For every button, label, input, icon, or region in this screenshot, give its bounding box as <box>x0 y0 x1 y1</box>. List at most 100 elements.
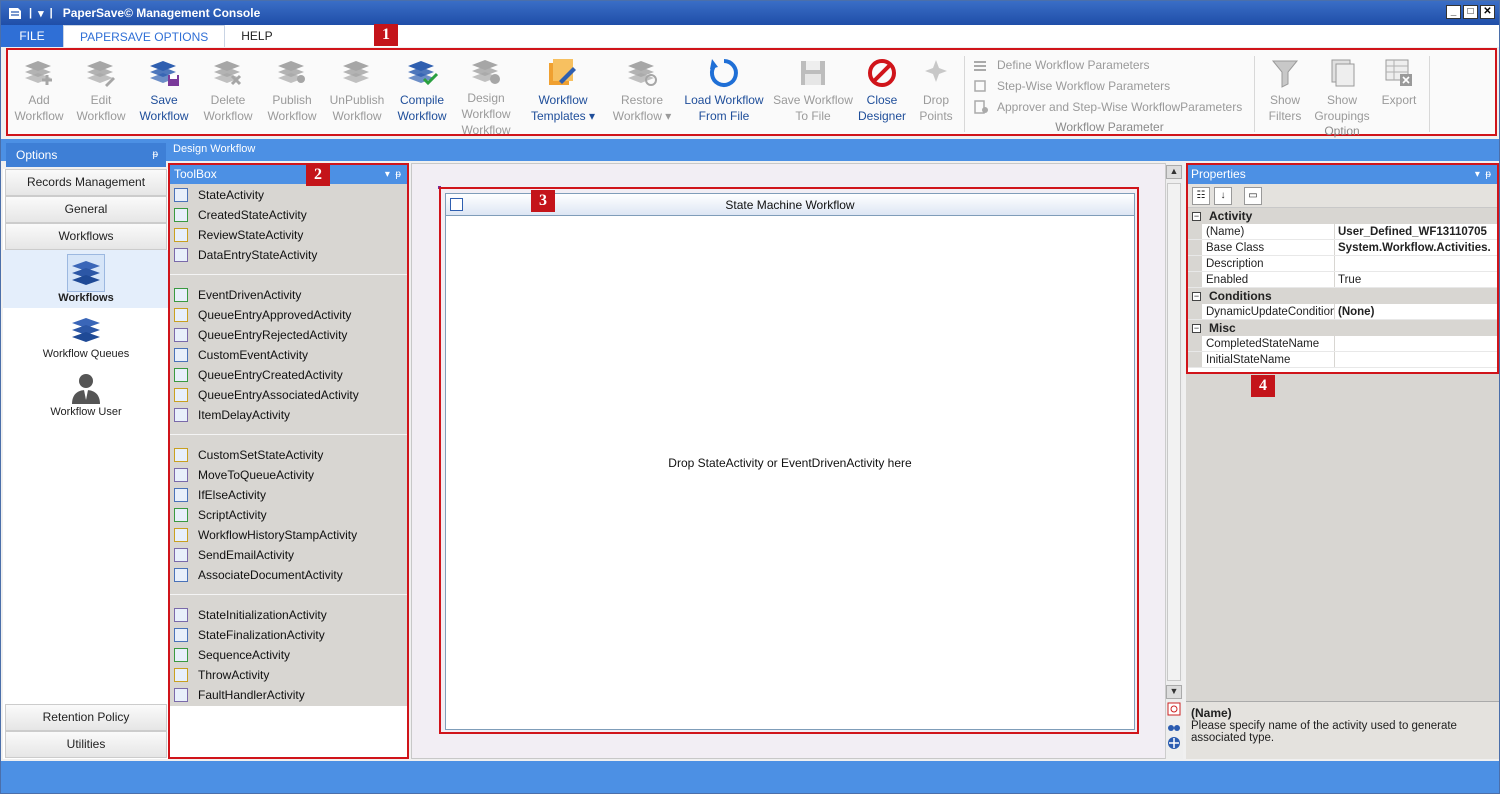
collapse-icon[interactable]: − <box>1192 211 1201 221</box>
quick-access-dropdown-icon[interactable]: ▾ <box>38 7 44 20</box>
zoom-icon[interactable] <box>1166 702 1182 716</box>
show-groupings-button[interactable]: Show Groupings <box>1313 50 1371 124</box>
property-row[interactable]: Description <box>1188 256 1497 272</box>
nav-item-workflow-queues[interactable]: Workflow Queues <box>3 308 169 366</box>
property-value[interactable] <box>1335 256 1497 271</box>
toolbox-item[interactable]: StateInitializationActivity <box>170 605 407 625</box>
approver-step-wise-parameters-button[interactable]: Approver and Step-Wise WorkflowParameter… <box>973 97 1246 118</box>
collapse-icon[interactable]: − <box>1192 323 1201 333</box>
designer-scrollbar[interactable]: ▲ ▼ <box>1165 163 1183 759</box>
property-row[interactable]: Enabled True <box>1188 272 1497 288</box>
property-value[interactable]: (None) <box>1335 304 1497 319</box>
alphabetical-sort-icon[interactable]: ↓ <box>1214 186 1232 205</box>
properties-controls[interactable]: ▾ ᵽ <box>1475 165 1491 184</box>
toolbox-item[interactable]: FaultHandlerActivity <box>170 685 407 705</box>
toolbox-item[interactable]: CustomEventActivity <box>170 345 407 365</box>
toolbox-item[interactable]: WorkflowHistoryStampActivity <box>170 525 407 545</box>
toolbox-item[interactable]: CreatedStateActivity <box>170 205 407 225</box>
compile-workflow-button[interactable]: Compile Workflow <box>390 50 454 134</box>
property-row[interactable]: CompletedStateName <box>1188 336 1497 352</box>
toolbox-item[interactable]: SendEmailActivity <box>170 545 407 565</box>
nav-workflows[interactable]: Workflows <box>5 223 167 250</box>
nav-retention-policy[interactable]: Retention Policy <box>5 704 167 731</box>
property-value[interactable]: User_Defined_WF13110705 <box>1335 224 1497 239</box>
state-machine-workflow[interactable]: State Machine Workflow Drop StateActivit… <box>445 193 1135 730</box>
property-value[interactable] <box>1335 336 1497 351</box>
property-value[interactable] <box>1335 352 1497 367</box>
toolbox-item-label: StateFinalizationActivity <box>198 628 325 642</box>
toolbox-item[interactable]: ItemDelayActivity <box>170 405 407 425</box>
property-category[interactable]: − Misc <box>1188 320 1497 336</box>
workflow-templates-button[interactable]: Workflow Templates ▾ <box>518 50 608 134</box>
property-value[interactable]: System.Workflow.Activities. <box>1335 240 1497 255</box>
restore-workflow-button[interactable]: Restore Workflow ▾ <box>608 50 676 134</box>
nav-item-workflows[interactable]: Workflows <box>3 250 169 308</box>
design-workflow-button[interactable]: Design Workflow Workflow <box>454 50 518 137</box>
nav-item-workflow-queues-label: Workflow Queues <box>42 348 130 360</box>
minimize-button[interactable]: _ <box>1446 5 1461 19</box>
publish-workflow-button[interactable]: Publish Workflow <box>260 50 324 134</box>
design-workflow-label: Design Workflow <box>173 143 256 155</box>
nav-records-management[interactable]: Records Management <box>5 169 167 196</box>
option-group: Show Filters Show Groupings Export Option <box>1257 50 1427 138</box>
unpublish-workflow-button[interactable]: UnPublish Workflow <box>324 50 390 134</box>
delete-workflow-button[interactable]: Delete Workflow <box>196 50 260 134</box>
collapse-icon[interactable]: − <box>1192 291 1201 301</box>
add-workflow-button[interactable]: Add Workflow <box>8 50 70 134</box>
scroll-up-icon[interactable]: ▲ <box>1166 165 1182 179</box>
property-row[interactable]: DynamicUpdateCondition (None) <box>1188 304 1497 320</box>
property-row[interactable]: Base Class System.Workflow.Activities. <box>1188 240 1497 256</box>
ribbon-separator <box>1429 56 1430 132</box>
tab-papersave-options[interactable]: PAPERSAVE OPTIONS <box>63 25 226 47</box>
toolbox-item[interactable]: QueueEntryAssociatedActivity <box>170 385 407 405</box>
property-pages-icon[interactable]: ▭ <box>1244 186 1262 205</box>
scroll-track[interactable] <box>1167 183 1181 681</box>
property-category[interactable]: − Conditions <box>1188 288 1497 304</box>
toolbox-controls[interactable]: ▾ ᵽ <box>385 165 401 184</box>
nav-item-workflow-user[interactable]: Workflow User <box>3 366 169 424</box>
pin-icon[interactable]: ᵽ <box>152 143 158 167</box>
drop-points-button[interactable]: Drop Points <box>910 50 962 134</box>
activity-icon <box>174 288 188 302</box>
toolbox-item[interactable]: StateActivity <box>170 185 407 205</box>
load-workflow-button[interactable]: Load Workflow From File <box>676 50 772 134</box>
property-row[interactable]: InitialStateName <box>1188 352 1497 368</box>
property-row[interactable]: (Name) User_Defined_WF13110705 <box>1188 224 1497 240</box>
toolbox-item[interactable]: QueueEntryApprovedActivity <box>170 305 407 325</box>
save-to-file-button[interactable]: Save Workflow To File <box>772 50 854 134</box>
pan-icon[interactable] <box>1166 736 1182 750</box>
toolbox-item[interactable]: ThrowActivity <box>170 665 407 685</box>
maximize-button[interactable]: □ <box>1463 5 1478 19</box>
tab-file[interactable]: FILE <box>1 25 63 47</box>
close-window-button[interactable]: ✕ <box>1480 5 1495 19</box>
nav-utilities[interactable]: Utilities <box>5 731 167 758</box>
toolbox-item[interactable]: StateFinalizationActivity <box>170 625 407 645</box>
toolbox-item[interactable]: SequenceActivity <box>170 645 407 665</box>
close-designer-button[interactable]: Close Designer <box>854 50 910 134</box>
toolbox-item[interactable]: CustomSetStateActivity <box>170 445 407 465</box>
nav-general[interactable]: General <box>5 196 167 223</box>
save-workflow-button[interactable]: Save Workflow <box>132 50 196 134</box>
toolbox-item[interactable]: EventDrivenActivity <box>170 285 407 305</box>
ribbon-button-label: Workflow ▾ <box>612 109 672 123</box>
toolbox-item[interactable]: DataEntryStateActivity <box>170 245 407 265</box>
tab-help[interactable]: HELP <box>225 25 288 47</box>
step-wise-workflow-parameters-button[interactable]: Step-Wise Workflow Parameters <box>973 75 1246 96</box>
property-value[interactable]: True <box>1335 272 1497 287</box>
scroll-down-icon[interactable]: ▼ <box>1166 685 1182 699</box>
property-category[interactable]: − Activity <box>1188 208 1497 224</box>
toolbox-item[interactable]: IfElseActivity <box>170 485 407 505</box>
toolbox-item[interactable]: AssociateDocumentActivity <box>170 565 407 585</box>
export-button[interactable]: Export <box>1371 50 1427 124</box>
toolbox-item[interactable]: MoveToQueueActivity <box>170 465 407 485</box>
toolbox-item[interactable]: ReviewStateActivity <box>170 225 407 245</box>
toolbox-item[interactable]: ScriptActivity <box>170 505 407 525</box>
toolbox-item[interactable]: QueueEntryRejectedActivity <box>170 325 407 345</box>
categorized-icon[interactable]: ☷ <box>1192 186 1210 205</box>
ribbon: Add Workflow Edit Workflow Save Workflow Delet… <box>6 48 1497 138</box>
edit-workflow-button[interactable]: Edit Workflow <box>70 50 132 134</box>
define-workflow-parameters-button[interactable]: Define Workflow Parameters <box>973 54 1246 75</box>
toolbox-item[interactable]: QueueEntryCreatedActivity <box>170 365 407 385</box>
show-filters-button[interactable]: Show Filters <box>1257 50 1313 124</box>
find-icon[interactable] <box>1166 719 1182 733</box>
